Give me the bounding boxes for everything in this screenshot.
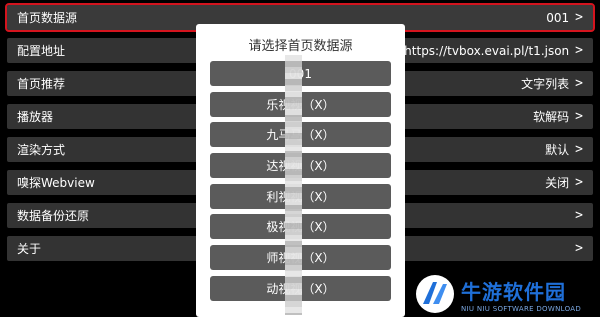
chevron-right-icon: >	[575, 10, 583, 25]
watermark-title: 牛游软件园	[461, 279, 566, 304]
watermark-subtitle: NIU NIU SOFTWARE DOWNLOAD	[461, 304, 582, 313]
chevron-right-icon: >	[575, 43, 583, 58]
chevron-right-icon: >	[575, 142, 583, 157]
chevron-right-icon: >	[575, 208, 583, 223]
chevron-right-icon: >	[575, 109, 583, 124]
chevron-right-icon: >	[575, 175, 583, 190]
setting-label: 数据备份还原	[17, 209, 90, 223]
dialog-title: 请选择首页数据源	[248, 39, 353, 54]
setting-value: 001	[546, 10, 570, 25]
brand-logo-icon	[416, 275, 454, 313]
setting-value: 文字列表	[521, 77, 570, 91]
chevron-right-icon: >	[575, 76, 583, 91]
pixelated-redaction	[285, 55, 302, 315]
setting-value: 默认	[545, 143, 570, 157]
setting-label: 首页数据源	[17, 11, 78, 25]
setting-label: 播放器	[17, 110, 54, 124]
setting-value: 关闭	[545, 176, 570, 190]
site-watermark: 牛游软件园 NIU NIU SOFTWARE DOWNLOAD	[415, 271, 600, 317]
chevron-right-icon: >	[575, 241, 583, 256]
setting-label: 关于	[17, 242, 42, 256]
setting-value: 软解码	[533, 110, 570, 124]
setting-label: 配置地址	[17, 44, 66, 58]
setting-value: https://tvbox.evai.pl/t1.json	[404, 43, 570, 58]
setting-label: 嗅探Webview	[17, 176, 95, 190]
setting-label: 渲染方式	[17, 143, 66, 157]
setting-label: 首页推荐	[17, 77, 66, 91]
